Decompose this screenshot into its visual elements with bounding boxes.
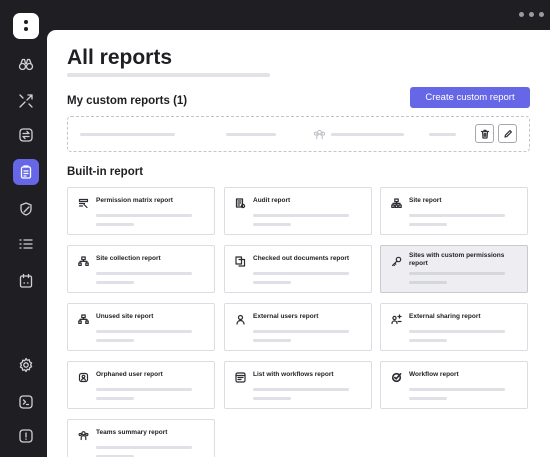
placeholder-bar — [96, 339, 134, 342]
binoculars-icon[interactable] — [13, 51, 39, 77]
placeholder-bar — [226, 133, 276, 136]
documents-icon — [235, 254, 246, 267]
list-workflow-icon — [235, 370, 246, 383]
custom-report-row[interactable] — [67, 116, 530, 152]
share-users-icon — [391, 312, 402, 325]
edit-button[interactable] — [498, 124, 517, 143]
audit-icon — [235, 196, 246, 209]
placeholder-bar — [253, 281, 291, 284]
report-card-label: Orphaned user report — [96, 371, 163, 378]
title-underline — [67, 73, 270, 77]
workflow-icon — [391, 370, 402, 383]
report-card-checked-out-documents[interactable]: Checked out documents report — [224, 245, 372, 293]
placeholder-bar — [253, 223, 291, 226]
report-card-external-users[interactable]: External users report — [224, 303, 372, 351]
placeholder-bar — [409, 281, 447, 284]
top-bar — [47, 0, 550, 30]
sidebar — [0, 0, 47, 457]
report-card-workflow[interactable]: Workflow report — [380, 361, 528, 409]
report-card-label: Site collection report — [96, 255, 161, 262]
placeholder-bar — [253, 214, 349, 217]
sitemap-icon — [78, 312, 89, 325]
report-card-unused-site[interactable]: Unused site report — [67, 303, 215, 351]
placeholder-bar — [409, 214, 505, 217]
placeholder-bar — [409, 339, 447, 342]
report-card-teams-summary[interactable]: Teams summary report — [67, 419, 215, 457]
placeholder-bar — [96, 388, 192, 391]
report-card-audit[interactable]: Audit report — [224, 187, 372, 235]
placeholder-bar — [409, 388, 505, 391]
report-card-label: List with workflows report — [253, 371, 334, 378]
trash-icon — [480, 129, 489, 139]
pencil-icon — [503, 129, 512, 138]
placeholder-bar — [409, 397, 447, 400]
placeholder-bar — [96, 214, 192, 217]
placeholder-bar — [409, 330, 505, 333]
placeholder-bar — [253, 397, 291, 400]
settings-icon[interactable] — [13, 352, 39, 378]
main-content: All reports My custom reports (1) Create… — [47, 30, 550, 457]
sitemap-icon — [78, 254, 89, 267]
teams-icon — [313, 128, 326, 141]
placeholder-bar — [409, 223, 447, 226]
report-card-permission-matrix[interactable]: Permission matrix report — [67, 187, 215, 235]
transfer-icon[interactable] — [13, 122, 39, 148]
report-card-external-sharing[interactable]: External sharing report — [380, 303, 528, 351]
report-card-label: Teams summary report — [96, 429, 168, 436]
report-card-label: Audit report — [253, 197, 291, 204]
shield-icon[interactable] — [13, 196, 39, 222]
teams-icon — [78, 428, 89, 441]
report-card-label: Sites with custom permissions report — [409, 252, 505, 267]
matrix-icon — [78, 196, 89, 209]
placeholder-bar — [429, 133, 456, 136]
create-custom-report-button[interactable]: Create custom report — [410, 87, 530, 108]
report-card-sites-custom-permissions[interactable]: Sites with custom permissions report — [380, 245, 528, 293]
report-card-label: Site report — [409, 197, 442, 204]
built-in-heading: Built-in report — [67, 166, 144, 178]
app-logo[interactable] — [13, 13, 39, 39]
custom-reports-heading: My custom reports (1) — [67, 95, 188, 107]
placeholder-bar — [331, 133, 404, 136]
list-icon[interactable] — [13, 231, 39, 257]
orphan-user-icon — [78, 370, 89, 383]
sitemap-icon — [391, 196, 402, 209]
arrows-cross-icon[interactable] — [13, 88, 39, 114]
report-card-site-collection[interactable]: Site collection report — [67, 245, 215, 293]
clipboard-icon[interactable] — [13, 159, 39, 185]
placeholder-bar — [96, 330, 192, 333]
placeholder-bar — [96, 223, 134, 226]
key-icon — [391, 254, 402, 267]
placeholder-bar — [80, 133, 175, 136]
terminal-icon[interactable] — [13, 389, 39, 415]
page-title: All reports — [67, 46, 173, 69]
placeholder-bar — [96, 397, 134, 400]
report-card-label: External sharing report — [409, 313, 481, 320]
report-card-label: External users report — [253, 313, 319, 320]
placeholder-bar — [96, 281, 134, 284]
report-card-site[interactable]: Site report — [380, 187, 528, 235]
delete-button[interactable] — [475, 124, 494, 143]
report-card-label: Unused site report — [96, 313, 154, 320]
report-card-label: Workflow report — [409, 371, 459, 378]
placeholder-bar — [253, 330, 349, 333]
placeholder-bar — [96, 272, 192, 275]
more-options-icon[interactable] — [519, 12, 544, 17]
placeholder-bar — [96, 446, 192, 449]
calendar-icon[interactable] — [13, 268, 39, 294]
report-card-orphaned-user[interactable]: Orphaned user report — [67, 361, 215, 409]
user-icon — [235, 312, 246, 325]
placeholder-bar — [253, 272, 349, 275]
feedback-icon[interactable] — [13, 423, 39, 449]
report-card-label: Checked out documents report — [253, 255, 350, 262]
placeholder-bar — [253, 339, 291, 342]
placeholder-bar — [253, 388, 349, 391]
report-card-list-with-workflows[interactable]: List with workflows report — [224, 361, 372, 409]
report-card-label: Permission matrix report — [96, 197, 173, 204]
placeholder-bar — [409, 272, 505, 275]
